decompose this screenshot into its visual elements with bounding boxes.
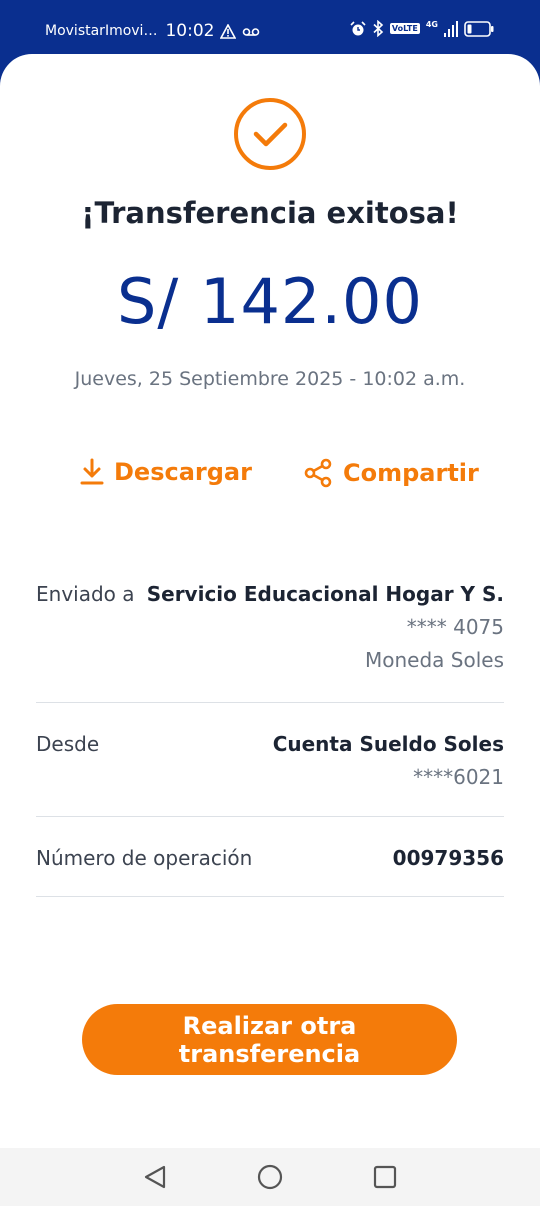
from-label: Desde bbox=[36, 732, 100, 756]
share-button[interactable]: Compartir bbox=[303, 458, 479, 488]
sent-to-label: Enviado a bbox=[36, 582, 135, 606]
recipient-account: **** 4075 bbox=[406, 615, 504, 639]
from-values: Cuenta Sueldo Soles ****6021 bbox=[273, 732, 504, 789]
operation-number: 00979356 bbox=[392, 846, 504, 870]
share-icon bbox=[304, 458, 332, 488]
download-icon bbox=[80, 458, 104, 485]
transfer-datetime: Jueves, 25 Septiembre 2025 - 10:02 a.m. bbox=[74, 368, 466, 390]
signal-icon bbox=[444, 20, 458, 37]
divider bbox=[36, 702, 504, 703]
success-title: ¡Transferencia exitosa! bbox=[81, 196, 459, 230]
status-bar: MovistarImovi… 10:02 VoLTE 4G bbox=[0, 0, 540, 62]
recipient-name: Servicio Educacional Hogar Y S. bbox=[146, 582, 504, 606]
transfer-amount: S/ 142.00 bbox=[117, 265, 423, 338]
battery-icon bbox=[464, 20, 494, 37]
back-icon[interactable] bbox=[140, 1162, 170, 1192]
operation-values: 00979356 bbox=[393, 846, 504, 870]
download-button[interactable]: Descargar bbox=[80, 458, 252, 486]
share-label: Compartir bbox=[343, 459, 479, 487]
system-nav-bar bbox=[0, 1148, 540, 1206]
operation-label: Número de operación bbox=[36, 846, 253, 870]
recents-icon[interactable] bbox=[370, 1162, 400, 1192]
sent-to-values: Servicio Educacional Hogar Y S. **** 407… bbox=[147, 582, 504, 672]
divider bbox=[36, 816, 504, 817]
warning-icon bbox=[220, 23, 237, 39]
status-time: 10:02 bbox=[165, 21, 215, 41]
network-type-label: 4G bbox=[425, 20, 438, 29]
source-account-name: Cuenta Sueldo Soles bbox=[272, 732, 504, 756]
download-label: Descargar bbox=[114, 458, 252, 486]
volte-badge: VoLTE bbox=[389, 23, 420, 34]
home-icon[interactable] bbox=[255, 1162, 285, 1192]
alarm-icon bbox=[350, 20, 366, 35]
new-transfer-button[interactable]: Realizar otra transferencia bbox=[82, 1004, 457, 1075]
voicemail-icon bbox=[243, 28, 260, 36]
recipient-currency: Moneda Soles bbox=[365, 648, 504, 672]
bluetooth-icon bbox=[373, 20, 384, 37]
status-left: MovistarImovi… 10:02 bbox=[45, 21, 260, 41]
status-right: VoLTE 4G bbox=[350, 20, 494, 37]
success-check-icon bbox=[234, 98, 306, 170]
carrier-name: MovistarImovi… bbox=[45, 23, 158, 39]
source-account-number: ****6021 bbox=[413, 765, 504, 789]
divider bbox=[36, 896, 504, 897]
